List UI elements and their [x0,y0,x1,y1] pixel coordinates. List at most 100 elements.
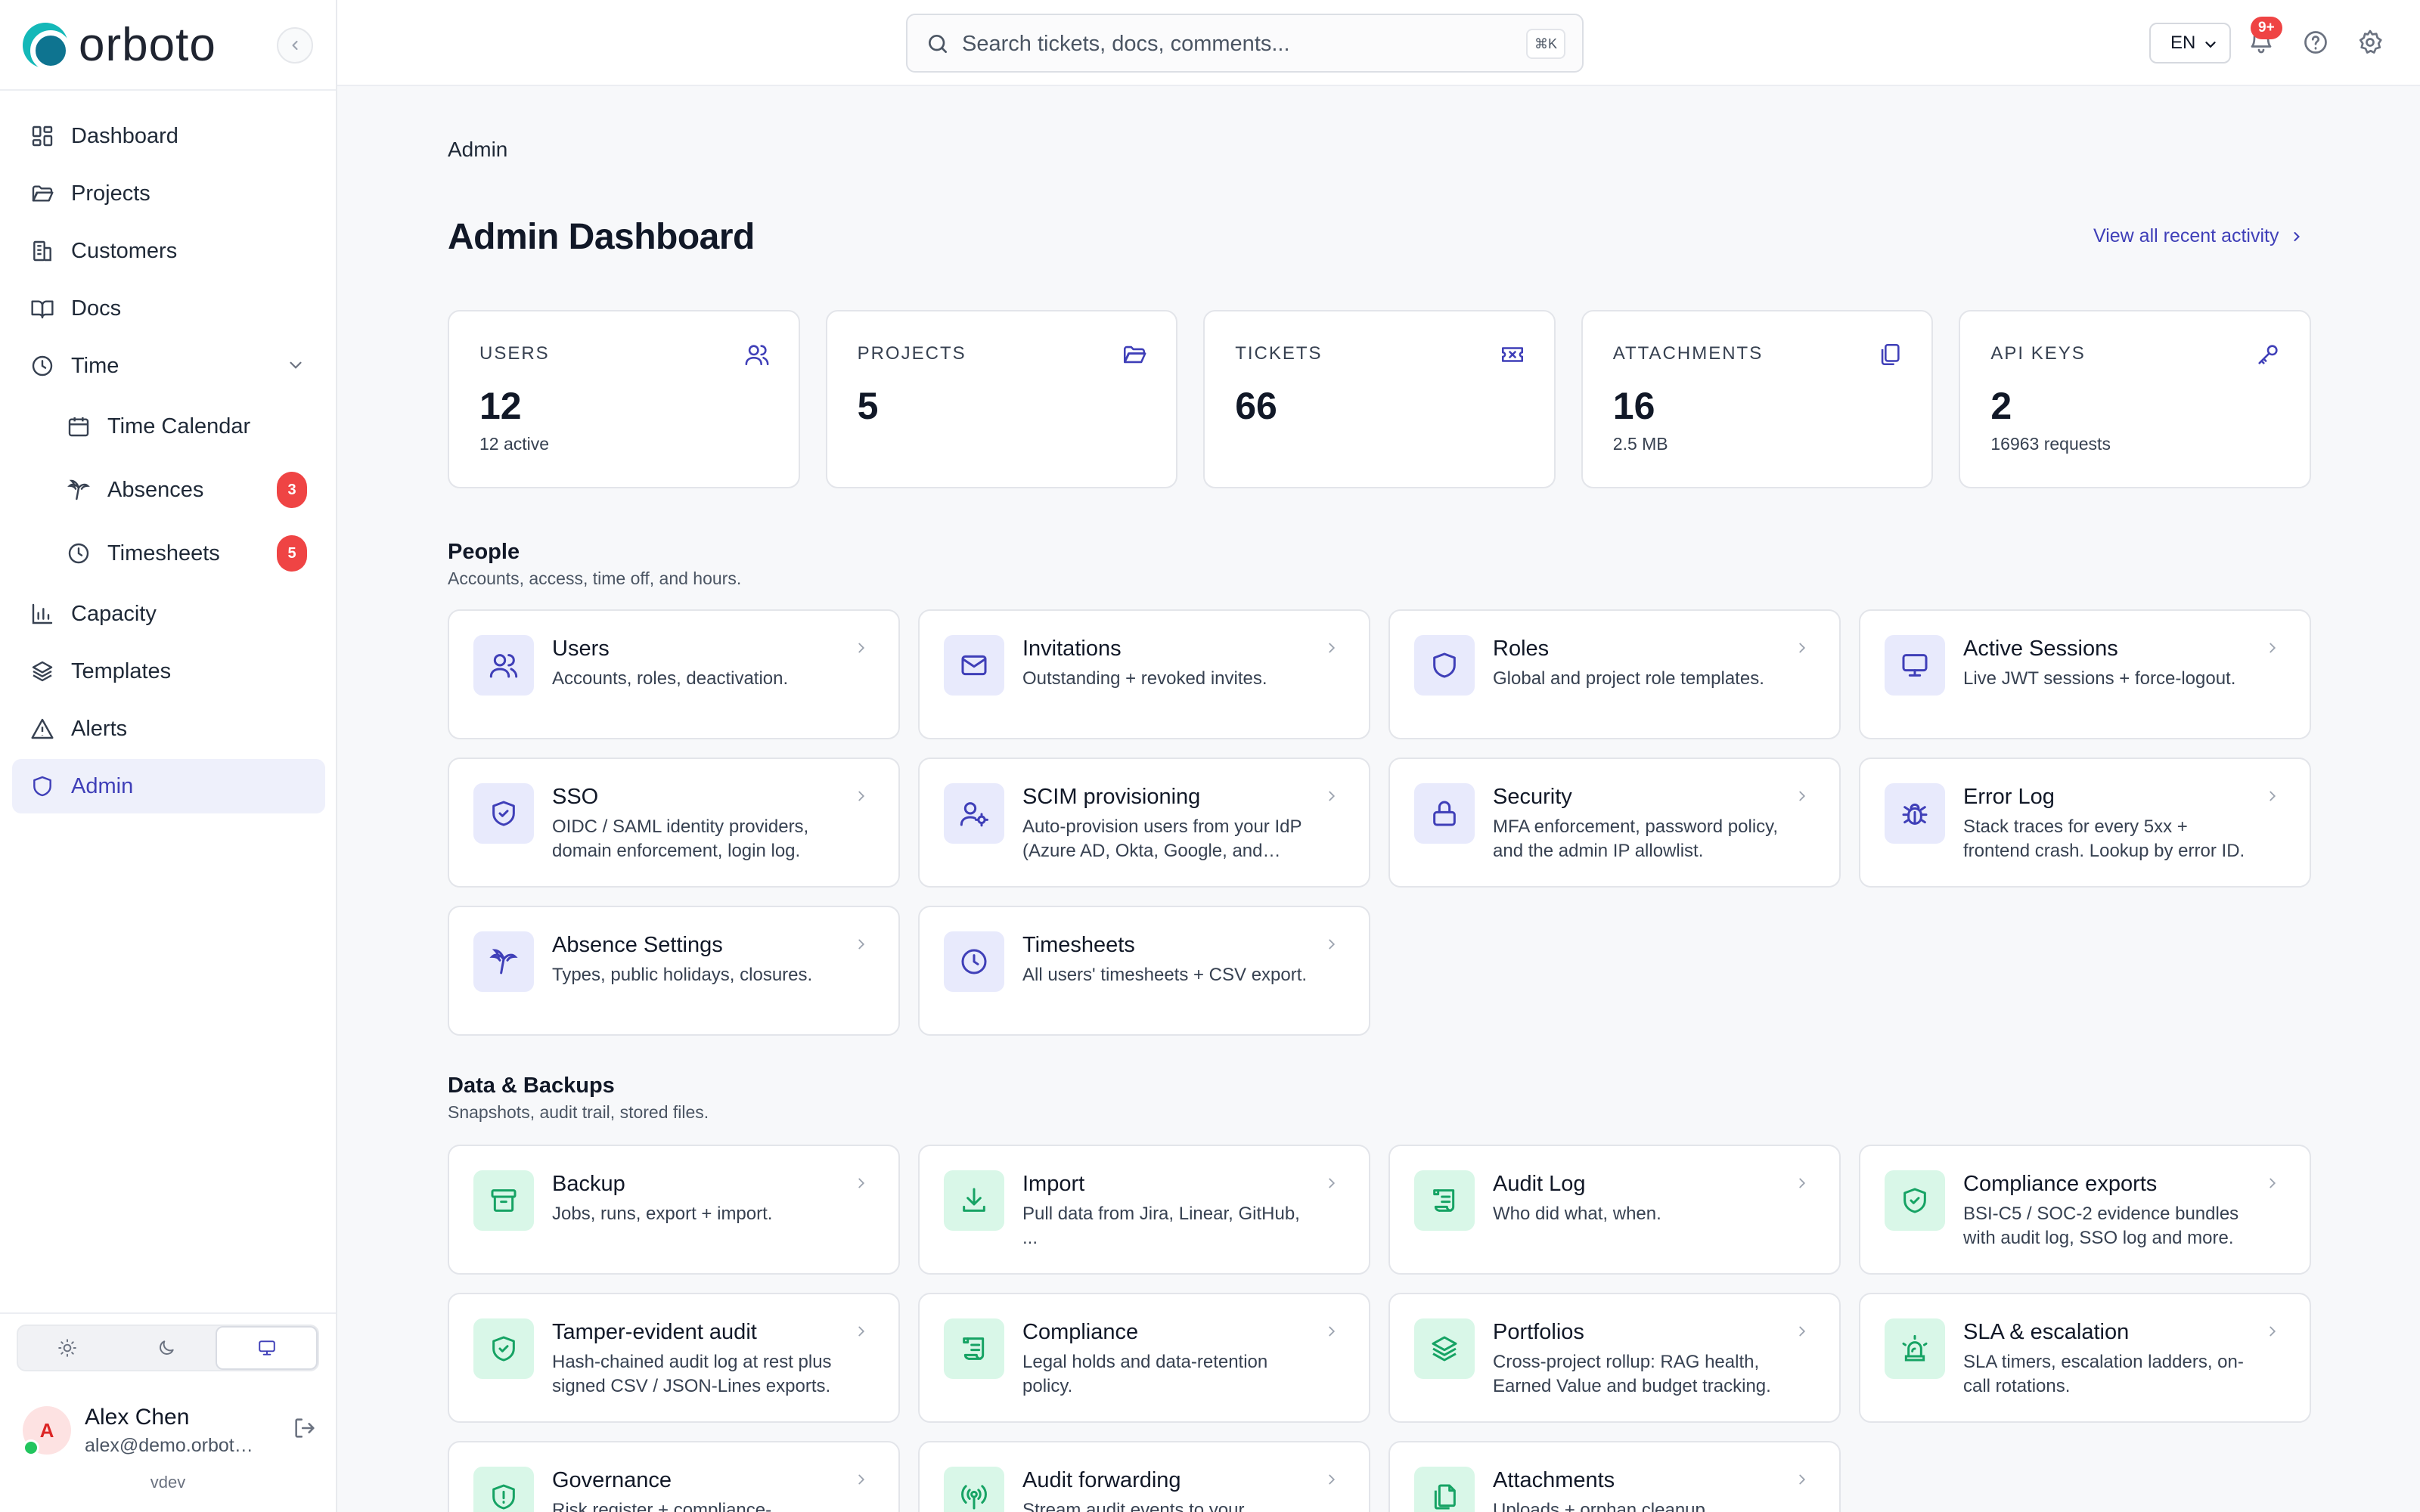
card-icon-box [1885,1170,1945,1231]
admin-card-timesheets[interactable]: Timesheets All users' timesheets + CSV e… [918,906,1370,1036]
view-all-activity-link[interactable]: View all recent activity [2093,225,2304,247]
chevron-right-icon [1329,939,1336,950]
card-icon-box [944,1467,1004,1512]
scroll-icon [1433,1189,1455,1212]
clock-icon [32,355,53,376]
sidebar-item-label: Timesheets [107,541,220,565]
chevron-right-icon [858,1178,865,1188]
card-title: Audit Log [1493,1172,1586,1196]
gear-icon[interactable] [2356,29,2384,56]
alert-triangle-icon [31,718,54,739]
sidebar-item-templates[interactable]: Templates [12,644,325,699]
breadcrumb[interactable]: Admin [448,138,507,162]
card-description: Cross-project rollup: RAG health, Earned… [1493,1352,1771,1396]
copy-icon [1882,343,1900,366]
admin-card-active-sessions[interactable]: Active Sessions Live JWT sessions + forc… [1859,609,2311,739]
theme-light-button[interactable] [18,1326,117,1370]
card-description: Hash-chained audit log at rest plus sign… [552,1352,832,1396]
card-title: Tamper-evident audit [552,1320,757,1344]
admin-card-tamper-evident-audit[interactable]: Tamper-evident audit Hash-chained audit … [448,1293,900,1423]
logout-button[interactable] [292,1415,318,1441]
card-description: BSI-C5 / SOC-2 evidence bundles with aud… [1963,1204,2239,1248]
mail-icon [961,655,987,676]
sidebar-item-absences[interactable]: Absences 3 [12,460,325,520]
stats-row: USERS 12 12 active PROJECTS 5 TICKETS 66… [448,310,2311,488]
theme-switcher [17,1325,319,1371]
user-profile[interactable]: A Alex Chen alex@demo.orboto.io [23,1400,318,1461]
stat-card-projects: PROJECTS 5 [825,310,1178,488]
theme-system-button[interactable] [216,1326,318,1370]
card-title: Error Log [1963,785,2055,809]
card-icon-box [944,783,1004,844]
calendar-icon [68,417,89,437]
admin-card-invitations[interactable]: Invitations Outstanding + revoked invite… [918,609,1370,739]
card-icon-box [1414,1467,1475,1512]
admin-card-audit-log[interactable]: Audit Log Who did what, when. [1388,1145,1841,1275]
sidebar-item-customers[interactable]: Customers [12,224,325,278]
layers-icon [32,661,53,682]
sidebar-item-admin[interactable]: Admin [12,759,325,813]
card-description: Types, public holidays, closures. [552,965,813,985]
admin-card-import[interactable]: Import Pull data from Jira, Linear, GitH… [918,1145,1370,1275]
sidebar-item-capacity[interactable]: Capacity [12,587,325,641]
admin-card-compliance[interactable]: Compliance Legal holds and data-retentio… [918,1293,1370,1423]
brand-name: orboto [79,19,216,71]
collapse-sidebar-button[interactable] [277,27,313,64]
logo-row: orboto [0,0,336,91]
theme-dark-button[interactable] [117,1326,216,1370]
key-icon [2258,345,2278,364]
palm-tree-icon [489,949,518,974]
card-title: Active Sessions [1963,637,2118,661]
card-icon-box [1885,635,1945,696]
sidebar-item-timesheets[interactable]: Timesheets 5 [12,523,325,584]
card-title: SLA & escalation [1963,1320,2130,1344]
admin-card-users[interactable]: Users Accounts, roles, deactivation. [448,609,900,739]
admin-card-compliance-exports[interactable]: Compliance exports BSI-C5 / SOC-2 eviden… [1859,1145,2311,1275]
admin-card-scim-provisioning[interactable]: SCIM provisioning Auto-provision users f… [918,758,1370,888]
stat-label: ATTACHMENTS [1612,343,1764,364]
search-input[interactable]: Search tickets, docs, comments... ⌘K [906,14,1584,73]
stat-label: API KEYS [1990,343,2086,364]
chevron-right-icon [1329,791,1336,801]
sidebar-item-time[interactable]: Time [12,339,325,393]
admin-card-portfolios[interactable]: Portfolios Cross-project rollup: RAG hea… [1388,1293,1841,1423]
language-value: EN [2170,33,2196,53]
shield-icon [1433,652,1456,678]
help-icon[interactable] [2302,29,2329,56]
sidebar-item-dashboard[interactable]: Dashboard [12,109,325,163]
sidebar: orboto Dashboard Projects Customers Docs… [0,0,337,1512]
admin-card-backup[interactable]: Backup Jobs, runs, export + import. [448,1145,900,1275]
dashboard-icon [32,125,53,147]
chevron-right-icon [2270,643,2276,653]
logout-icon [295,1418,315,1438]
card-title: Roles [1493,637,1550,661]
admin-card-security[interactable]: Security MFA enforcement, password polic… [1388,758,1841,888]
card-icon-box [1414,1318,1475,1379]
admin-card-sso[interactable]: SSO OIDC / SAML identity providers, doma… [448,758,900,888]
admin-card-governance[interactable]: Governance Risk register + compliance- [448,1441,900,1512]
card-icon-box [944,931,1004,992]
sidebar-item-time-calendar[interactable]: Time Calendar [12,396,325,457]
admin-card-sla-escalation[interactable]: SLA & escalation SLA timers, escalation … [1859,1293,2311,1423]
ticket-icon [1501,347,1523,362]
language-select[interactable]: EN [2149,23,2231,64]
folder-icon [32,185,54,202]
sidebar-item-alerts[interactable]: Alerts [12,702,325,756]
section-subtitle-people: Accounts, access, time off, and hours. [448,569,742,588]
shield-check-icon [492,801,515,826]
admin-card-attachments[interactable]: Attachments Uploads + orphan cleanup. [1388,1441,1841,1512]
bar-chart-icon [32,603,53,624]
sidebar-item-projects[interactable]: Projects [12,166,325,221]
admin-card-audit-forwarding[interactable]: Audit forwarding Stream audit events to … [918,1441,1370,1512]
chevron-down-icon [290,361,302,369]
admin-card-roles[interactable]: Roles Global and project role templates. [1388,609,1841,739]
people-card-grid: Users Accounts, roles, deactivation. Inv… [448,609,2311,1036]
card-title: Audit forwarding [1022,1468,1181,1492]
admin-card-error-log[interactable]: Error Log Stack traces for every 5xx + f… [1859,758,2311,888]
search-shortcut-hint: ⌘K [1526,29,1565,59]
sidebar-item-label: Alerts [71,716,128,741]
search-placeholder: Search tickets, docs, comments... [962,32,1290,56]
admin-card-absence-settings[interactable]: Absence Settings Types, public holidays,… [448,906,900,1036]
sidebar-item-docs[interactable]: Docs [12,281,325,336]
stat-value: 12 [479,385,522,427]
